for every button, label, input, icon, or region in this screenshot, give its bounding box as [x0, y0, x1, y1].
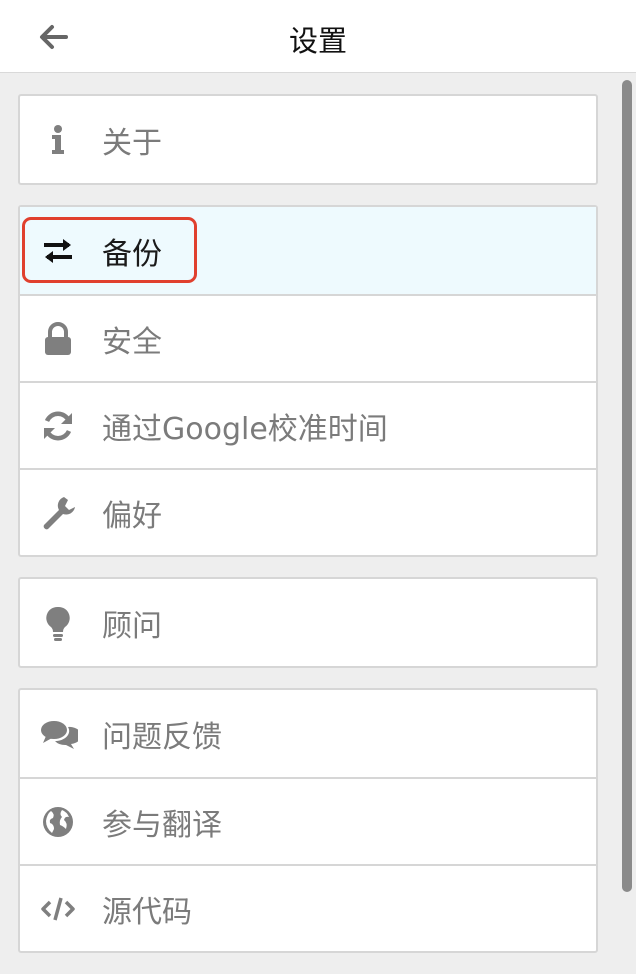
settings-list: 关于 备份 安全 通过Google校准时间 偏好 顾问 问题反馈 参与翻译 源代… [18, 94, 598, 973]
settings-group-about: 关于 [18, 94, 598, 185]
settings-item-label: 通过Google校准时间 [102, 411, 388, 447]
settings-item-backup[interactable]: 备份 [20, 207, 596, 294]
settings-item-about[interactable]: 关于 [20, 96, 596, 183]
settings-item-advisor[interactable]: 顾问 [20, 579, 596, 666]
scrollbar-thumb[interactable] [622, 80, 632, 892]
globe-icon [38, 802, 78, 842]
swap-arrows-icon [38, 231, 78, 271]
comments-icon [38, 714, 78, 754]
settings-item-feedback[interactable]: 问题反馈 [20, 690, 596, 777]
settings-item-label: 参与翻译 [102, 807, 222, 843]
info-icon [38, 120, 78, 160]
settings-item-label: 偏好 [102, 498, 162, 534]
settings-item-label: 问题反馈 [102, 719, 222, 755]
code-icon [38, 889, 78, 929]
sync-icon [38, 406, 78, 446]
settings-item-label: 安全 [102, 324, 162, 360]
page-title: 设置 [288, 24, 347, 58]
settings-item-label: 源代码 [102, 894, 192, 930]
settings-item-label: 关于 [102, 125, 162, 161]
app-header: 设置 [0, 0, 636, 73]
settings-item-security[interactable]: 安全 [20, 294, 596, 381]
scrollbar[interactable] [620, 78, 634, 974]
settings-group-main: 备份 安全 通过Google校准时间 偏好 [18, 205, 598, 557]
settings-item-label: 备份 [102, 236, 162, 272]
lightbulb-icon [38, 603, 78, 643]
wrench-icon [38, 493, 78, 533]
settings-group-advisor: 顾问 [18, 577, 598, 668]
settings-item-label: 顾问 [102, 608, 162, 644]
settings-item-time-sync[interactable]: 通过Google校准时间 [20, 381, 596, 468]
settings-group-community: 问题反馈 参与翻译 源代码 [18, 688, 598, 953]
lock-icon [38, 319, 78, 359]
settings-item-translate[interactable]: 参与翻译 [20, 777, 596, 864]
settings-item-preferences[interactable]: 偏好 [20, 468, 596, 555]
settings-item-source-code[interactable]: 源代码 [20, 864, 596, 951]
